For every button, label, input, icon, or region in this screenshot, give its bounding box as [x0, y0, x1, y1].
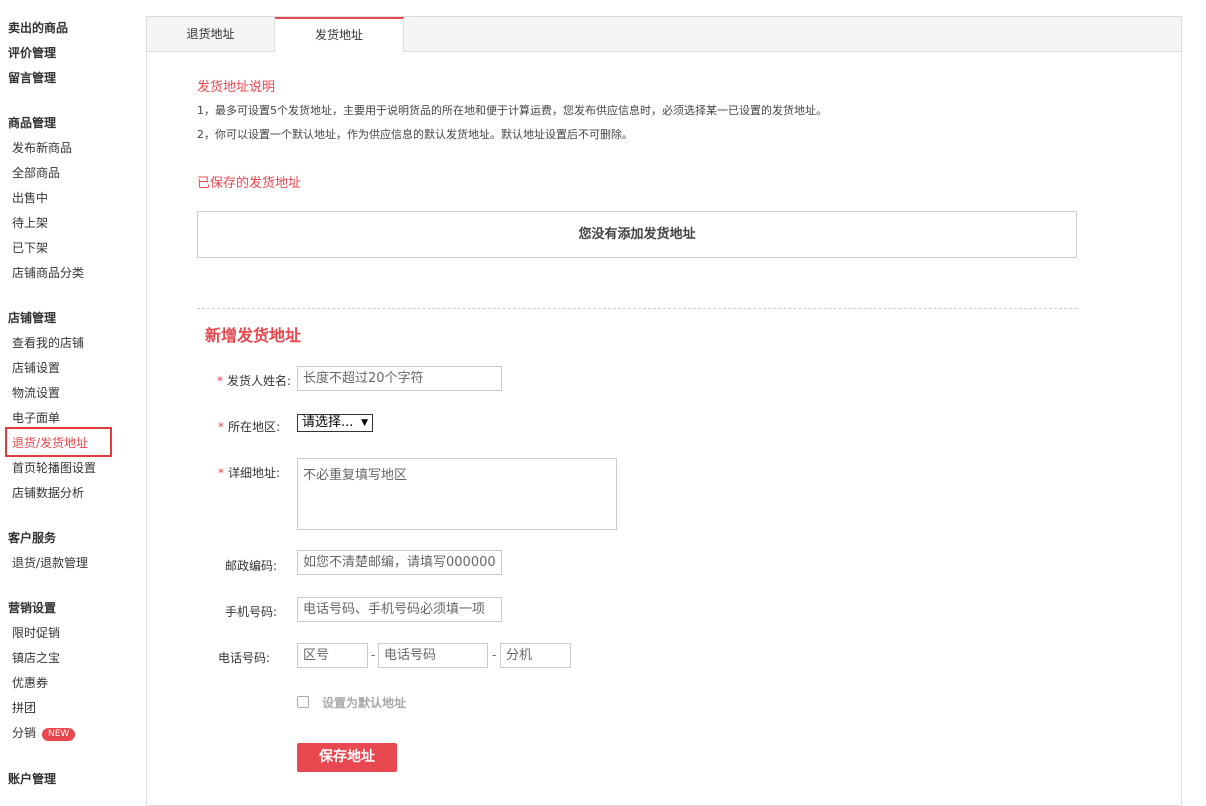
new-badge: NEW — [42, 728, 76, 741]
sidebar-item-distribution[interactable]: 分销 NEW — [12, 725, 76, 741]
address-label: * 详细地址: — [217, 466, 280, 480]
sidebar-item-on-sale[interactable]: 出售中 — [12, 190, 48, 206]
sidebar-item-refunds[interactable]: 退货/退款管理 — [12, 555, 88, 571]
address-textarea[interactable]: 不必重复填写地区 — [297, 458, 617, 530]
sidebar-item-addresses[interactable]: 退货/发货地址 — [12, 435, 88, 451]
empty-addresses-message: 您没有添加发货地址 — [197, 211, 1077, 258]
info-title: 发货地址说明 — [197, 80, 276, 95]
required-mark: * — [217, 420, 224, 434]
sidebar-group-products: 商品管理 — [8, 116, 57, 130]
region-select[interactable]: 请选择... ▼ — [297, 414, 373, 432]
tab-shipping-address[interactable]: 发货地址 — [275, 17, 404, 52]
info-line-2: 2，你可以设置一个默认地址，作为供应信息的默认发货地址。默认地址设置后不可删除。 — [197, 128, 633, 141]
required-mark: * — [217, 466, 224, 480]
area-code-input[interactable]: 区号 — [297, 643, 368, 668]
save-address-button[interactable]: 保存地址 — [297, 743, 397, 772]
info-line-1: 1，最多可设置5个发货地址，主要用于说明货品的所在地和便于计算运费，您发布供应信… — [197, 104, 827, 117]
sidebar-item-off-shelf[interactable]: 已下架 — [12, 240, 48, 256]
sidebar-item-analytics[interactable]: 店铺数据分析 — [12, 485, 84, 501]
phone-separator: - — [492, 648, 497, 662]
sidebar-item-publish[interactable]: 发布新商品 — [12, 140, 72, 156]
default-address-checkbox[interactable] — [297, 696, 309, 708]
sender-name-label: * 发货人姓名: — [216, 374, 291, 388]
sidebar-group-account: 账户管理 — [8, 772, 57, 786]
phone-separator: - — [371, 648, 376, 662]
sidebar-item-logistics[interactable]: 物流设置 — [12, 385, 60, 401]
phone-label: 电话号码: — [217, 651, 270, 665]
sidebar-group-marketing: 营销设置 — [8, 601, 57, 615]
saved-addresses-title: 已保存的发货地址 — [197, 176, 302, 191]
default-address-label[interactable]: 设置为默认地址 — [322, 694, 406, 711]
section-divider — [197, 308, 1077, 309]
dropdown-caret-icon: ▼ — [361, 418, 368, 428]
sidebar-item-view-store[interactable]: 查看我的店铺 — [12, 335, 84, 351]
sidebar-item-coupons[interactable]: 优惠券 — [12, 675, 48, 691]
region-label: * 所在地区: — [217, 420, 280, 434]
tab-return-address[interactable]: 退货地址 — [147, 17, 275, 51]
sidebar-group-customer-service: 客户服务 — [8, 531, 57, 545]
sidebar: 卖出的商品 评价管理 留言管理 商品管理 发布新商品 全部商品 出售中 待上架 … — [0, 0, 140, 796]
sidebar-item-treasure[interactable]: 镇店之宝 — [12, 650, 60, 666]
zip-input[interactable]: 如您不清楚邮编，请填写000000 — [297, 550, 502, 575]
sidebar-group-reviews[interactable]: 评价管理 — [8, 45, 56, 61]
new-address-title: 新增发货地址 — [205, 326, 302, 345]
required-mark: * — [216, 374, 223, 388]
zip-label: 邮政编码: — [224, 559, 277, 573]
tab-bar: 退货地址 发货地址 — [147, 17, 1181, 52]
sidebar-item-pending[interactable]: 待上架 — [12, 215, 48, 231]
sidebar-item-flash-sale[interactable]: 限时促销 — [12, 625, 60, 641]
sidebar-item-categories[interactable]: 店铺商品分类 — [12, 265, 84, 281]
sender-name-input[interactable]: 长度不超过20个字符 — [297, 366, 502, 391]
mobile-label: 手机号码: — [224, 605, 277, 619]
main-panel: 退货地址 发货地址 发货地址说明 1，最多可设置5个发货地址，主要用于说明货品的… — [146, 16, 1182, 806]
sidebar-item-carousel[interactable]: 首页轮播图设置 — [12, 460, 96, 476]
sidebar-item-label: 分销 — [12, 726, 37, 740]
phone-number-input[interactable]: 电话号码 — [378, 643, 488, 668]
sidebar-item-store-settings[interactable]: 店铺设置 — [12, 360, 60, 376]
sidebar-item-e-waybill[interactable]: 电子面单 — [12, 410, 60, 426]
sidebar-group-sold[interactable]: 卖出的商品 — [8, 20, 68, 36]
sidebar-item-group-buy[interactable]: 拼团 — [12, 700, 36, 716]
sidebar-item-all-products[interactable]: 全部商品 — [12, 165, 60, 181]
sidebar-group-store: 店铺管理 — [8, 311, 57, 325]
extension-input[interactable]: 分机 — [500, 643, 571, 668]
sidebar-group-messages[interactable]: 留言管理 — [8, 70, 56, 86]
mobile-input[interactable]: 电话号码、手机号码必须填一项 — [297, 597, 502, 622]
